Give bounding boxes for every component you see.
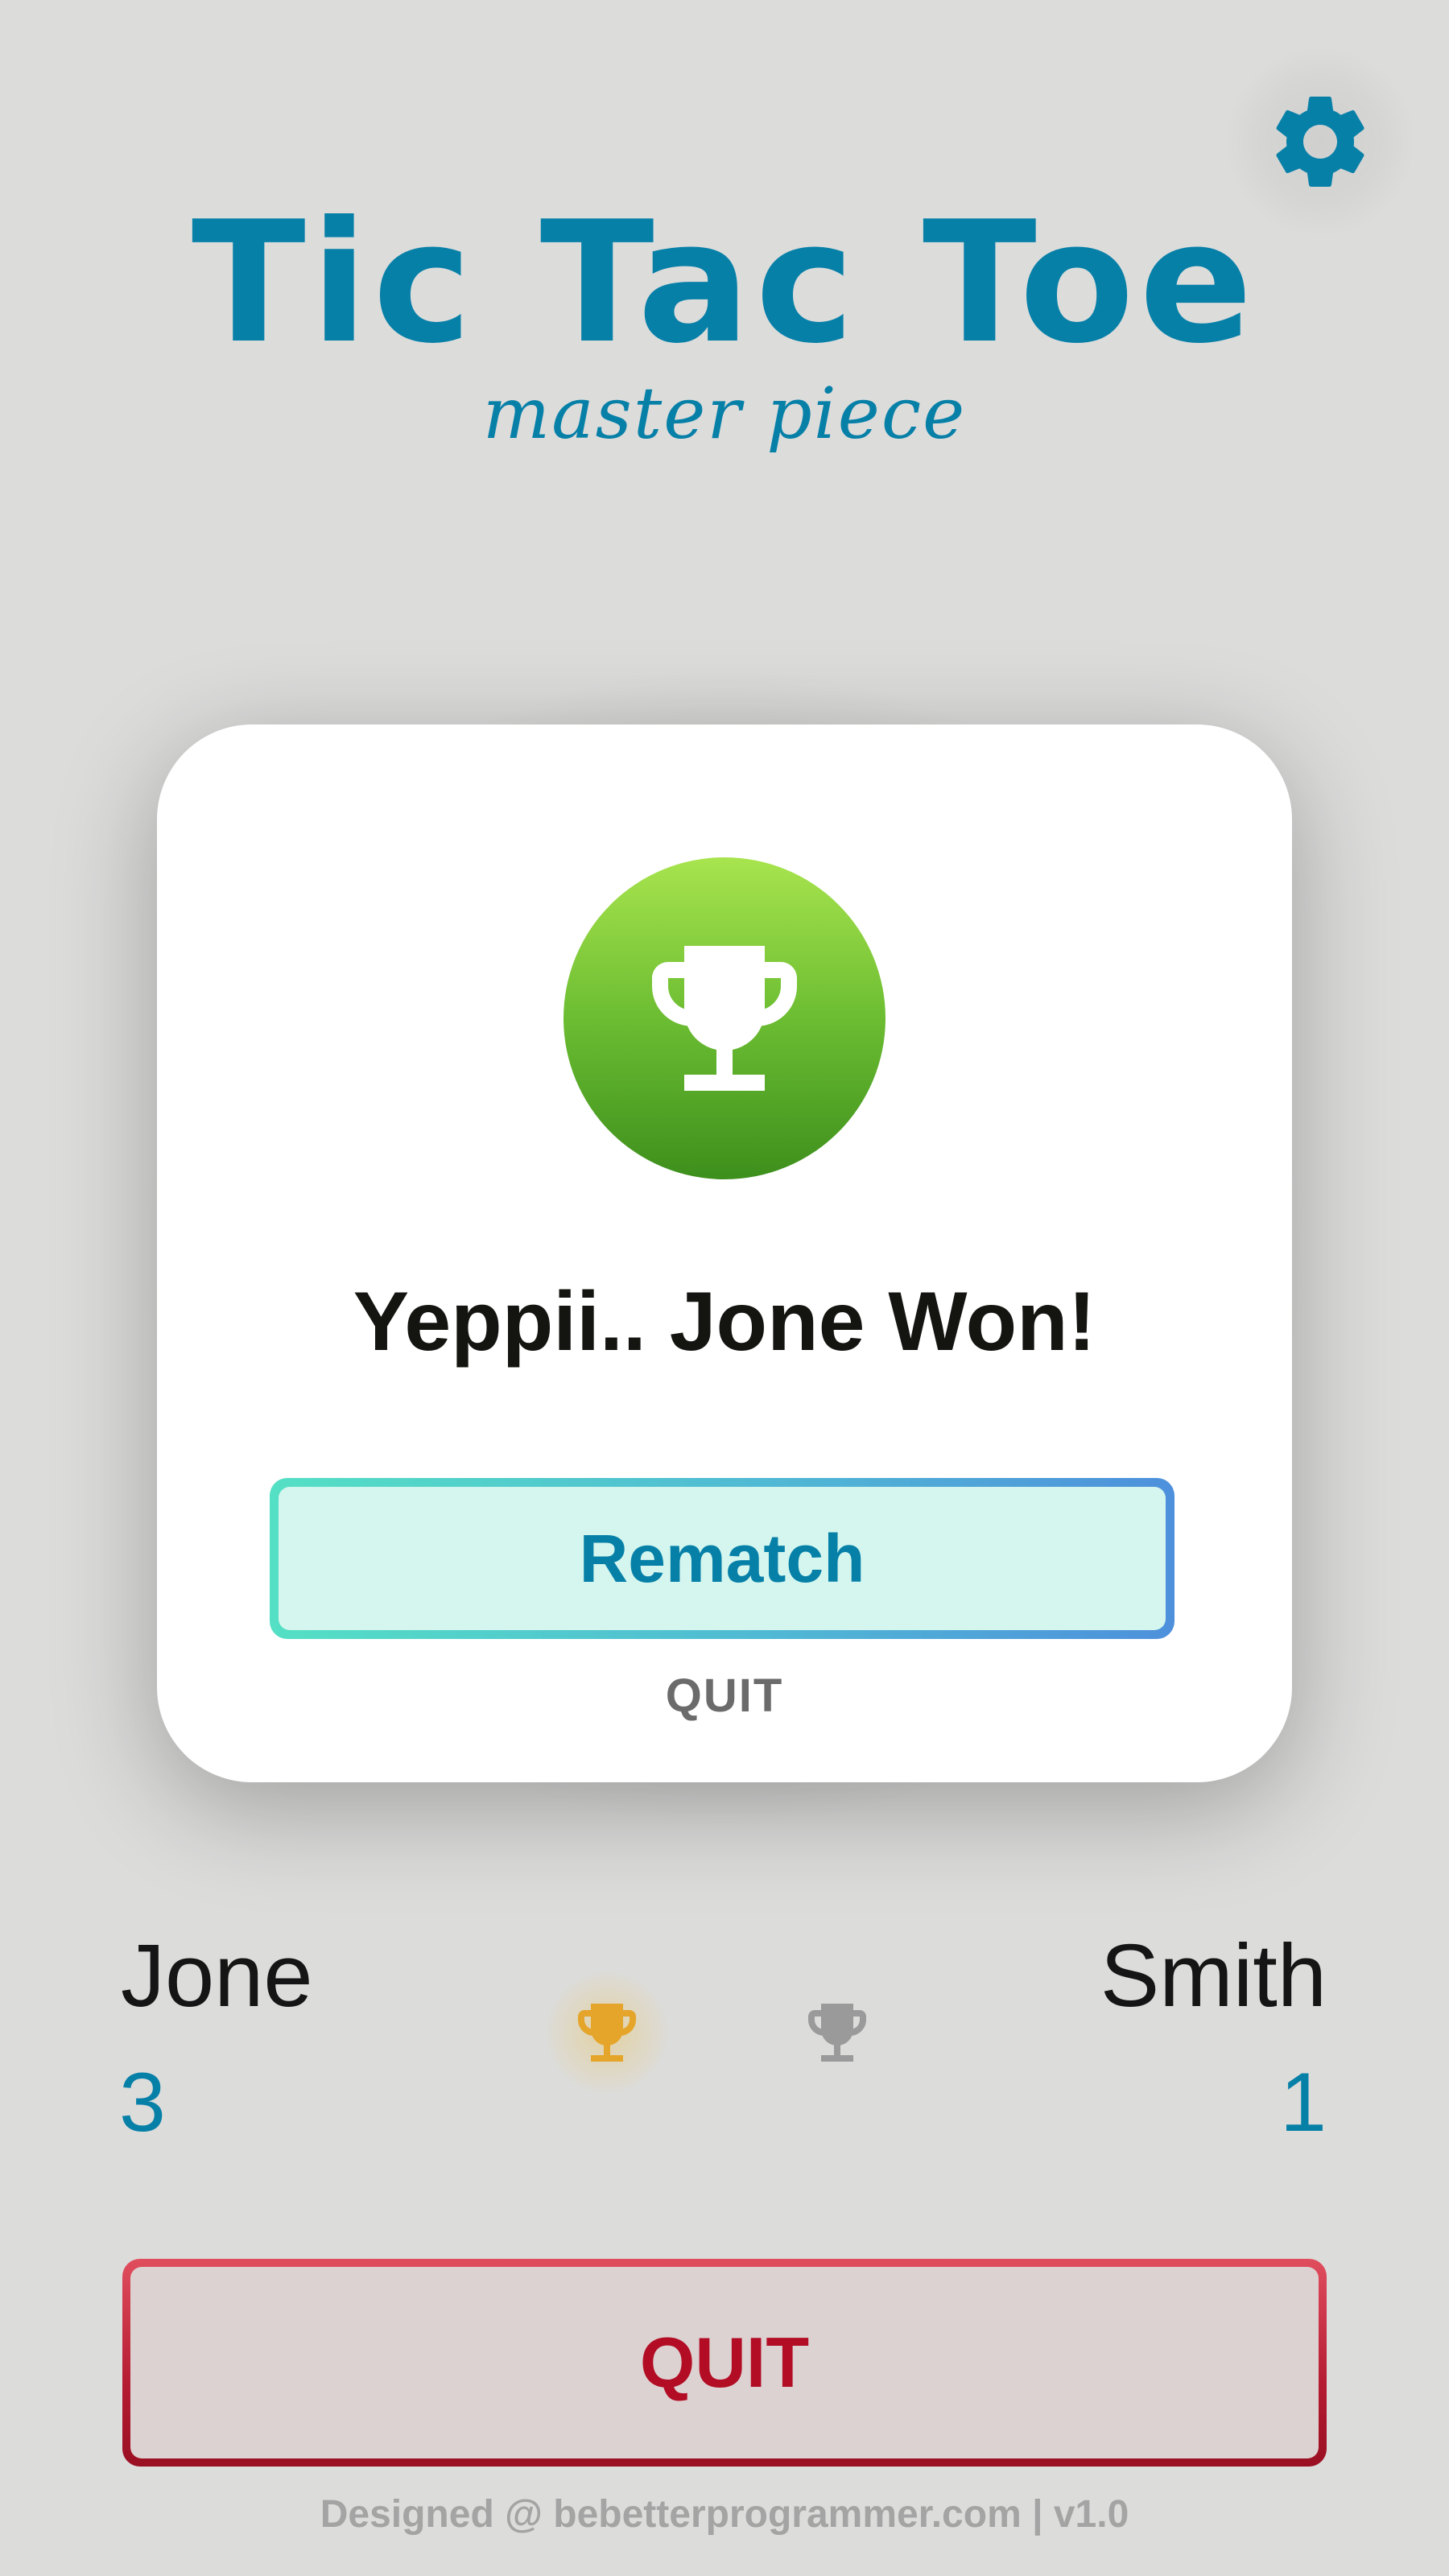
app-subtitle: master piece	[482, 372, 967, 455]
footer-credit: Designed @ bebetterprogrammer.com | v1.0	[320, 2493, 1129, 2536]
player2-score: 1	[1280, 2056, 1327, 2149]
win-badge	[564, 857, 886, 1179]
app-title: Tic Tac Toe	[191, 186, 1258, 381]
trophy-icon	[652, 946, 797, 1091]
gear-icon	[1276, 96, 1364, 187]
player1-turn-indicator	[547, 1972, 667, 2093]
player1-name: Jone	[121, 1926, 313, 2025]
trophy-grey-icon	[808, 2004, 866, 2062]
game-screen: Tic Tac Toe master piece Jone 3 Smith 1 …	[0, 0, 1449, 2576]
modal-quit-button[interactable]: QUIT	[157, 1673, 1292, 1719]
rematch-button[interactable]: Rematch	[270, 1478, 1174, 1639]
player2-turn-indicator	[793, 1988, 881, 2077]
quit-button-label: QUIT	[130, 2267, 1319, 2458]
win-dialog: Yeppii.. Jone Won! Rematch QUIT	[157, 724, 1292, 1782]
trophy-gold-icon	[578, 2004, 636, 2062]
rematch-button-label: Rematch	[279, 1487, 1166, 1630]
win-message: Yeppii.. Jone Won!	[353, 1275, 1096, 1368]
player2-name: Smith	[1100, 1926, 1327, 2025]
player1-score: 3	[119, 2056, 166, 2149]
quit-button[interactable]: QUIT	[122, 2259, 1327, 2467]
